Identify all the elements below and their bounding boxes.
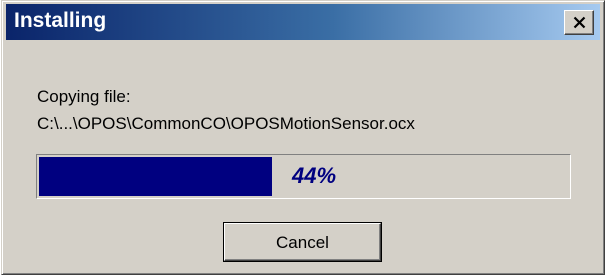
cancel-button-label: Cancel (276, 233, 329, 252)
cancel-button-bevel: Cancel (224, 223, 381, 261)
copying-file-label: Copying file: (37, 87, 131, 106)
progress-fill (39, 157, 272, 196)
page: Installing Copying file: C:\...\OPOS\Com… (0, 0, 607, 277)
installing-dialog: Installing Copying file: C:\...\OPOS\Com… (1, 0, 605, 275)
close-button[interactable] (564, 10, 594, 35)
file-path-text: C:\...\OPOS\CommonCO\OPOSMotionSensor.oc… (37, 114, 415, 133)
progress-percent-label: 44% (292, 163, 337, 188)
window-title: Installing (14, 9, 107, 32)
close-x-icon (573, 16, 586, 29)
progress-bar: 44% (36, 154, 571, 199)
cancel-button[interactable]: Cancel (223, 222, 382, 262)
title-bar[interactable]: Installing (6, 4, 600, 40)
